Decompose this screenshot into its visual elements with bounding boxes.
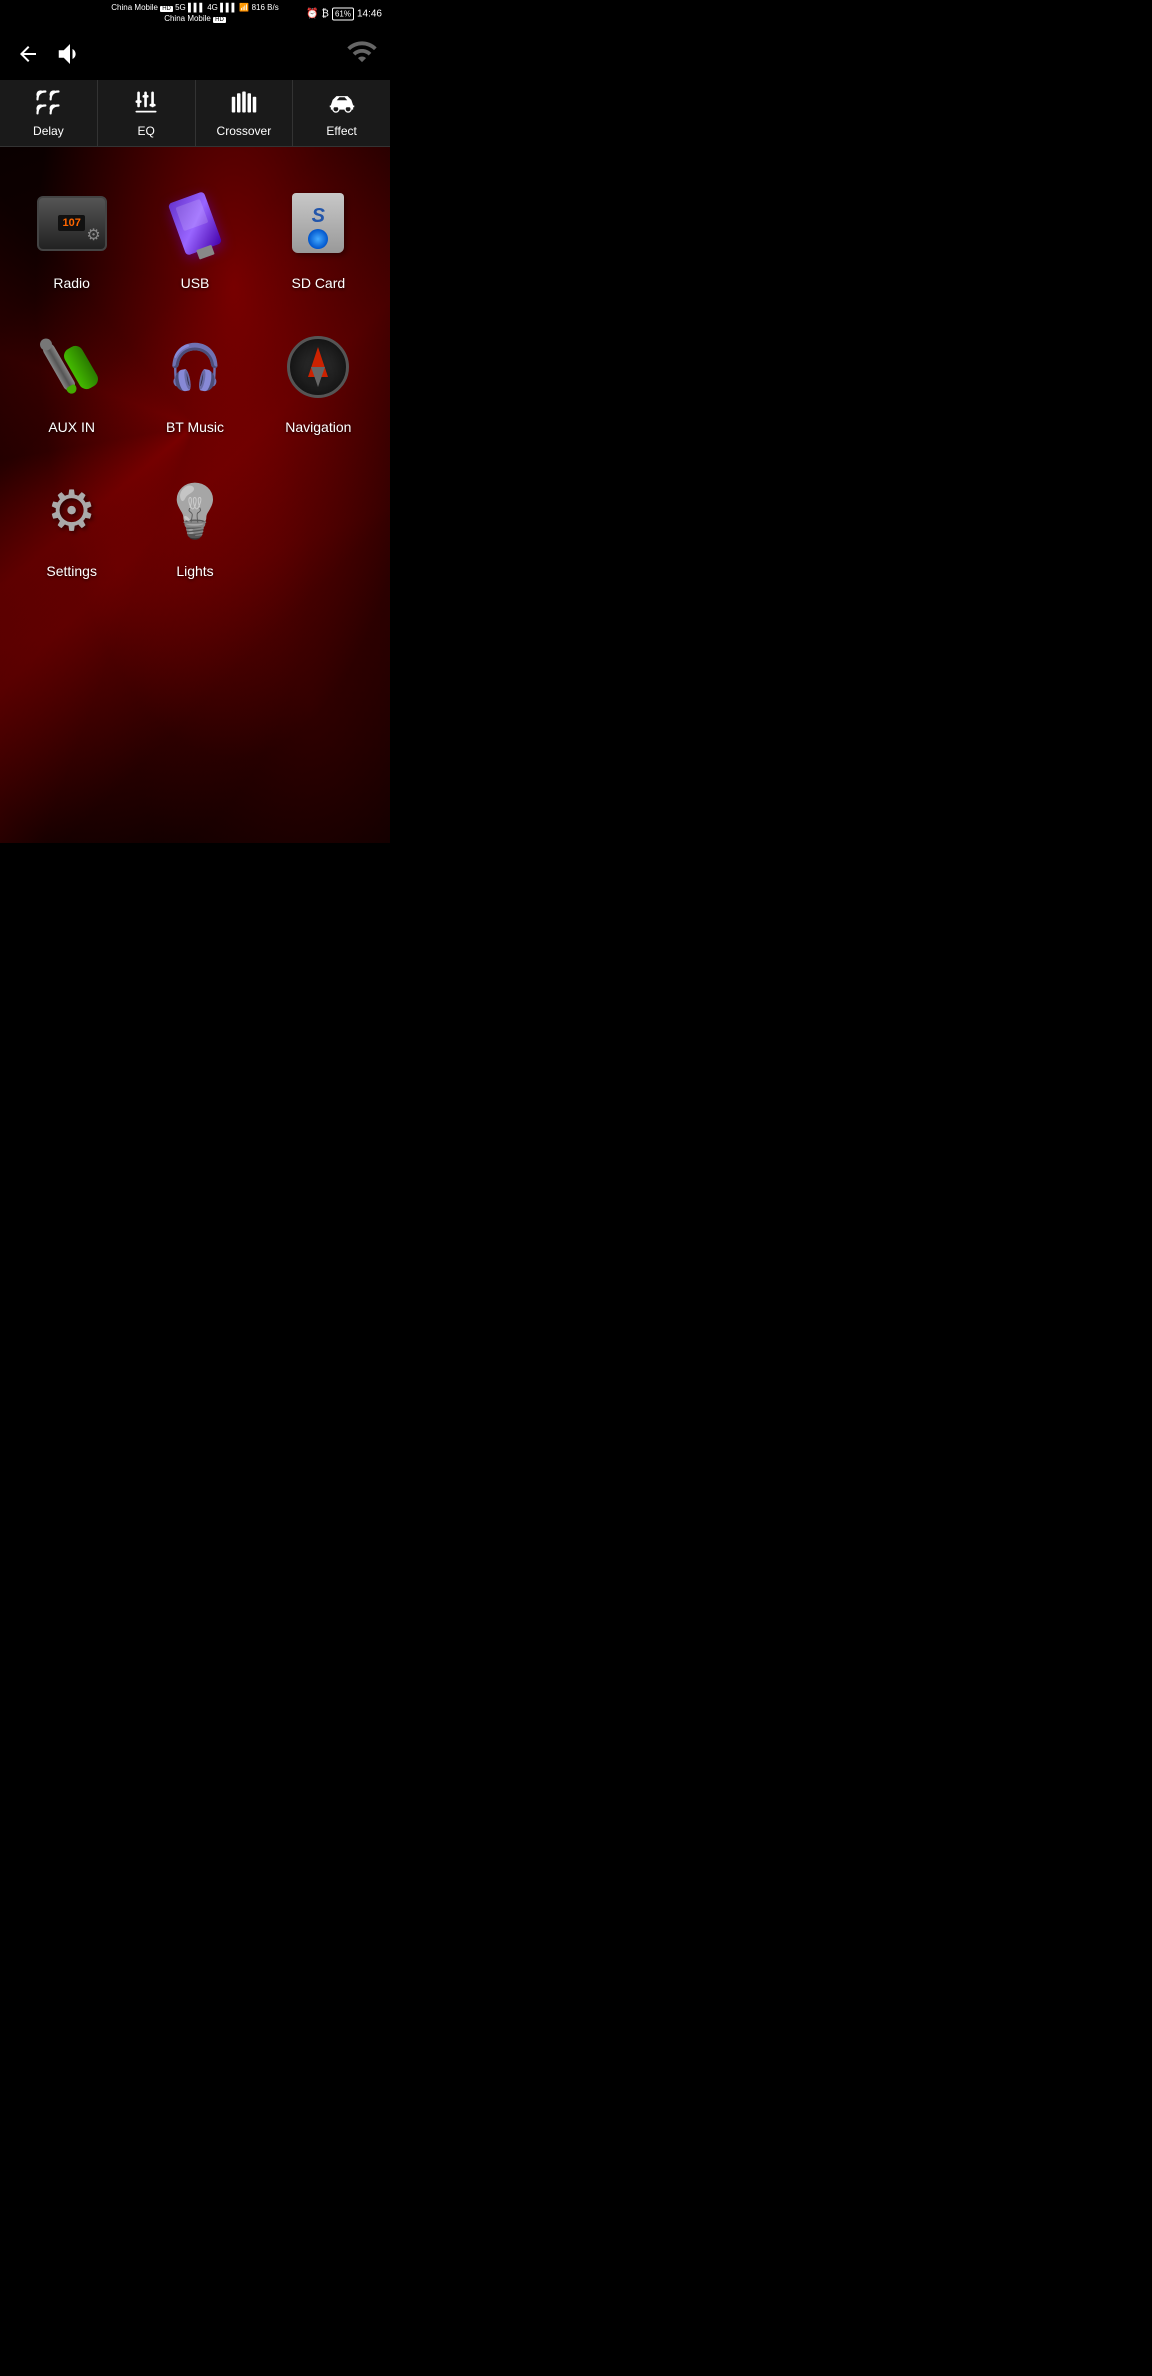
carrier1: China Mobile HD 5G ▌▌▌ 4G ▌▌▌ 📶 816 B/s [111, 3, 278, 14]
lights-label: Lights [176, 563, 213, 579]
tab-eq-label: EQ [137, 124, 154, 138]
radio-label: Radio [53, 275, 90, 291]
eq-icon [132, 88, 160, 120]
tab-crossover[interactable]: Crossover [196, 80, 294, 146]
wifi-icon [346, 36, 378, 73]
effect-icon [328, 88, 356, 120]
tab-delay-label: Delay [33, 124, 64, 138]
app-settings[interactable]: ⚙ Settings [10, 455, 133, 599]
carrier2: China Mobile HD [164, 14, 226, 25]
tab-effect[interactable]: Effect [293, 80, 390, 146]
lights-icon: 💡 [155, 471, 235, 551]
crossover-icon [230, 88, 258, 120]
settings-icon: ⚙ [32, 471, 112, 551]
battery-icon: 61% [332, 8, 354, 21]
radio-icon [32, 183, 112, 263]
app-navigation[interactable]: Navigation [257, 311, 380, 455]
volume-button[interactable] [52, 36, 88, 72]
back-button[interactable] [12, 38, 44, 70]
app-radio[interactable]: Radio [10, 167, 133, 311]
audio-tabs: Delay EQ [0, 80, 390, 147]
bluetooth-icon: ₿ [322, 9, 329, 20]
btmusic-icon [155, 327, 235, 407]
auxin-icon [32, 327, 112, 407]
time-display: 14:46 [357, 9, 382, 20]
tab-crossover-label: Crossover [217, 124, 272, 138]
sdcard-label: SD Card [291, 275, 345, 291]
usb-label: USB [181, 275, 210, 291]
main-content: Radio USB SD Card [0, 147, 390, 843]
usb-icon [155, 183, 235, 263]
status-bar: China Mobile HD 5G ▌▌▌ 4G ▌▌▌ 📶 816 B/s … [0, 0, 390, 28]
navigation-icon [278, 327, 358, 407]
btmusic-label: BT Music [166, 419, 224, 435]
settings-label: Settings [46, 563, 97, 579]
empty-cell [257, 455, 380, 599]
app-auxin[interactable]: AUX IN [10, 311, 133, 455]
tab-eq[interactable]: EQ [98, 80, 196, 146]
app-sdcard[interactable]: SD Card [257, 167, 380, 311]
navigation-label: Navigation [285, 419, 351, 435]
carrier-info: China Mobile HD 5G ▌▌▌ 4G ▌▌▌ 📶 816 B/s … [111, 3, 278, 25]
auxin-label: AUX IN [48, 419, 95, 435]
app-lights[interactable]: 💡 Lights [133, 455, 256, 599]
header-bar [0, 28, 390, 80]
tab-effect-label: Effect [326, 124, 356, 138]
sdcard-icon [278, 183, 358, 263]
app-usb[interactable]: USB [133, 167, 256, 311]
delay-icon [34, 88, 62, 120]
app-btmusic[interactable]: BT Music [133, 311, 256, 455]
alarm-icon: ⏰ [306, 9, 318, 20]
app-grid: Radio USB SD Card [0, 147, 390, 619]
tab-delay[interactable]: Delay [0, 80, 98, 146]
status-indicators: ⏰ ₿ 61% 14:46 [306, 8, 382, 21]
